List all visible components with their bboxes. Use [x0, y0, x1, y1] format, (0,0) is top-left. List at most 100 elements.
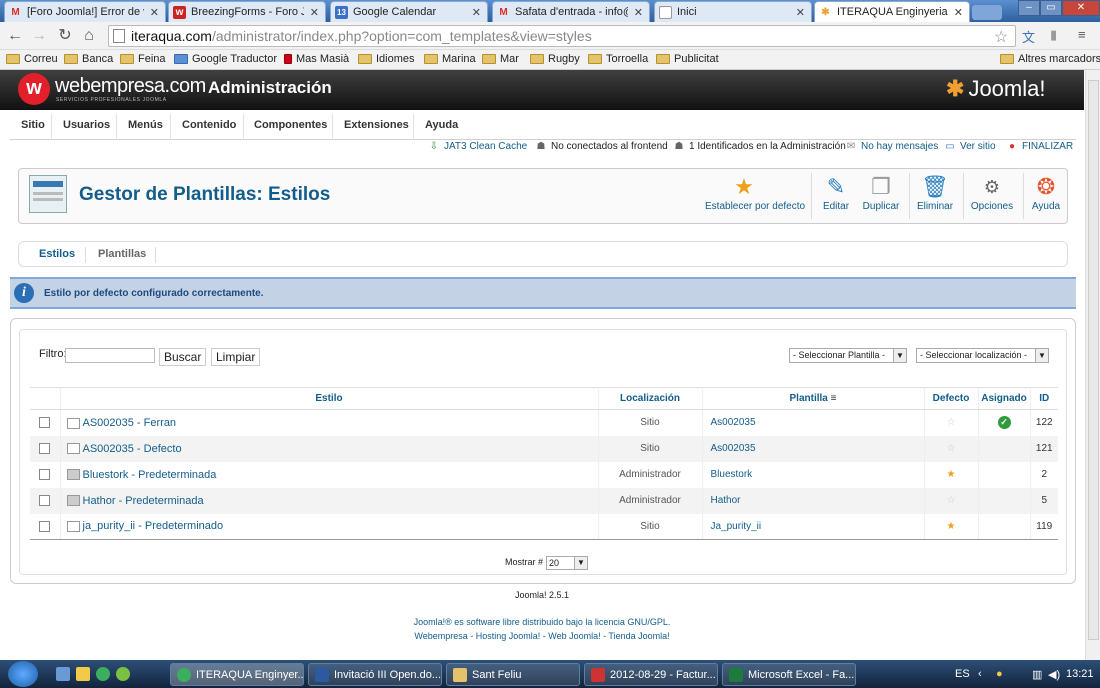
tray-app-icon[interactable]: ● — [996, 668, 1003, 680]
browser-tab-inbox[interactable]: M Safata d'entrada - info@ ✕ — [492, 1, 650, 22]
translate-extension-icon[interactable]: 文 — [1022, 27, 1035, 46]
row-checkbox[interactable] — [39, 494, 51, 506]
id-column-header[interactable]: ID — [1029, 387, 1058, 410]
footer-links[interactable]: Webempresa - Hosting Joomla! - Web Jooml… — [0, 631, 1084, 641]
set-default-button[interactable]: ★ Establecer por defecto — [705, 173, 805, 221]
home-icon[interactable]: ⌂ — [78, 25, 100, 47]
task-excel[interactable]: Microsoft Excel - Fa... — [722, 663, 856, 686]
browser-tab-inici[interactable]: Inici ✕ — [654, 1, 812, 22]
volume-icon[interactable]: ◀) — [1048, 668, 1060, 681]
menu-componentes[interactable]: Componentes — [254, 119, 327, 131]
task-word[interactable]: Invitació III Open.do... — [308, 663, 442, 686]
style-link[interactable]: ja_purity_ii - Predeterminado — [83, 520, 224, 532]
view-site-link[interactable]: ▭ Ver sitio — [944, 141, 995, 152]
app-icon[interactable] — [116, 667, 130, 681]
style-link[interactable]: AS002035 - Ferran — [83, 417, 177, 429]
bookmark-idiomes[interactable]: Idiomes — [358, 53, 415, 65]
browser-tab-calendar[interactable]: 13 Google Calendar ✕ — [330, 1, 488, 22]
new-tab-button[interactable] — [972, 5, 1002, 20]
template-link[interactable]: As002035 — [701, 435, 924, 462]
back-icon[interactable]: ← — [4, 25, 26, 47]
bookmark-publicitat[interactable]: Publicitat — [656, 53, 719, 65]
close-icon[interactable]: ✕ — [634, 6, 643, 19]
scrollbar-thumb[interactable] — [1088, 80, 1099, 640]
close-icon[interactable]: ✕ — [954, 6, 963, 19]
browser-tab-breezing[interactable]: w BreezingForms - Foro Jo ✕ — [168, 1, 326, 22]
bookmark-marina[interactable]: Marina — [424, 53, 476, 65]
template-link[interactable]: Bluestork — [701, 461, 924, 488]
location-select[interactable]: - Seleccionar localización - ▼ — [916, 348, 1049, 363]
row-checkbox[interactable] — [39, 520, 51, 532]
menu-menus[interactable]: Menús — [128, 119, 163, 131]
submenu-templates[interactable]: Plantillas — [98, 248, 146, 260]
bookmark-correu[interactable]: Correu — [6, 53, 58, 65]
clear-button[interactable]: Limpiar — [211, 348, 261, 366]
logout-link[interactable]: ● FINALIZAR — [1006, 141, 1073, 152]
bookmark-mar[interactable]: Mar — [482, 53, 519, 65]
minimize-button[interactable]: – — [1018, 0, 1040, 16]
clock[interactable]: 13:21 — [1066, 668, 1094, 680]
chrome-icon[interactable] — [96, 667, 110, 681]
menu-extensiones[interactable]: Extensiones — [344, 119, 409, 131]
bookmark-other[interactable]: Altres marcadors — [1000, 53, 1100, 65]
menu-usuarios[interactable]: Usuarios — [63, 119, 110, 131]
messages-link[interactable]: ✉ No hay mensajes — [845, 141, 938, 152]
reload-icon[interactable]: ↻ — [54, 25, 76, 47]
delete-button[interactable]: 🗑 Eliminar — [915, 173, 955, 221]
task-chrome[interactable]: ITERAQUA Enginyer... — [170, 663, 304, 686]
style-link[interactable]: Bluestork - Predeterminada — [83, 469, 217, 481]
options-button[interactable]: ⚙ Opciones — [969, 173, 1015, 221]
bookmark-banca[interactable]: Banca — [64, 53, 113, 65]
template-link[interactable]: Ja_purity_ii — [701, 513, 924, 540]
default-star-icon[interactable]: ☆ — [923, 487, 978, 514]
style-link[interactable]: Hathor - Predeterminada — [83, 495, 204, 507]
submenu-styles[interactable]: Estilos — [39, 248, 75, 260]
search-button[interactable]: Buscar — [159, 348, 207, 366]
forward-icon[interactable]: → — [28, 25, 50, 47]
duplicate-button[interactable]: ❐ Duplicar — [861, 173, 901, 221]
window-close-button[interactable]: ✕ — [1062, 0, 1100, 16]
menu-icon[interactable]: ≡ — [1078, 27, 1086, 42]
filter-input[interactable] — [65, 348, 155, 363]
close-icon[interactable]: ✕ — [472, 6, 481, 19]
license-text[interactable]: Joomla!® es software libre distribuido b… — [0, 617, 1084, 627]
default-column-header[interactable]: Defecto — [923, 387, 978, 410]
bookmark-translator[interactable]: Google Traductor — [174, 53, 277, 65]
template-link[interactable]: Hathor — [701, 487, 924, 514]
stats-extension-icon[interactable]: ▮ — [1050, 27, 1057, 43]
style-column-header[interactable]: Estilo — [59, 387, 598, 410]
address-bar[interactable]: iteraqua.com/administrator/index.php?opt… — [108, 25, 1016, 47]
edit-button[interactable]: ✎ Editar — [819, 173, 853, 221]
task-folder[interactable]: Sant Feliu — [446, 663, 580, 686]
bookmark-rugby[interactable]: Rugby — [530, 53, 580, 65]
close-icon[interactable]: ✕ — [150, 6, 159, 19]
pagination-select[interactable]: 20 ▼ — [546, 556, 588, 570]
help-button[interactable]: ❂ Ayuda — [1029, 173, 1063, 221]
menu-sitio[interactable]: Sitio — [21, 119, 45, 131]
menu-ayuda[interactable]: Ayuda — [425, 119, 458, 131]
explorer-icon[interactable] — [76, 667, 90, 681]
template-select[interactable]: - Seleccionar Plantilla - ▼ — [789, 348, 907, 363]
close-icon[interactable]: ✕ — [796, 6, 805, 19]
page-scrollbar[interactable] — [1085, 70, 1100, 660]
close-icon[interactable]: ✕ — [310, 6, 319, 19]
default-star-icon[interactable]: ☆ — [923, 409, 978, 436]
maximize-button[interactable]: ▭ — [1040, 0, 1062, 16]
style-link[interactable]: AS002035 - Defecto — [83, 443, 182, 455]
default-star-icon[interactable]: ☆ — [923, 435, 978, 462]
row-checkbox[interactable] — [39, 468, 51, 480]
browser-tab-foro[interactable]: M [Foro Joomla!] Error de v ✕ — [4, 1, 166, 22]
bookmark-star-icon[interactable]: ☆ — [994, 27, 1008, 47]
menu-contenido[interactable]: Contenido — [182, 119, 236, 131]
bookmark-torroella[interactable]: Torroella — [588, 53, 648, 65]
browser-tab-iteraqua[interactable]: ✱ITERAQUA Enginyeria, C✕ — [814, 1, 970, 22]
language-indicator[interactable]: ES — [955, 668, 970, 680]
template-column-header[interactable]: Plantilla ≡ — [701, 387, 924, 410]
network-icon[interactable]: ▥ — [1032, 668, 1042, 681]
template-link[interactable]: As002035 — [701, 409, 924, 436]
bookmark-mas-masia[interactable]: Mas Masià — [284, 53, 349, 65]
tray-expand-icon[interactable]: ‹ — [978, 668, 982, 680]
row-checkbox[interactable] — [39, 442, 51, 454]
start-button[interactable] — [8, 661, 38, 687]
clean-cache-link[interactable]: ⇩ JAT3 Clean Cache — [428, 141, 527, 152]
